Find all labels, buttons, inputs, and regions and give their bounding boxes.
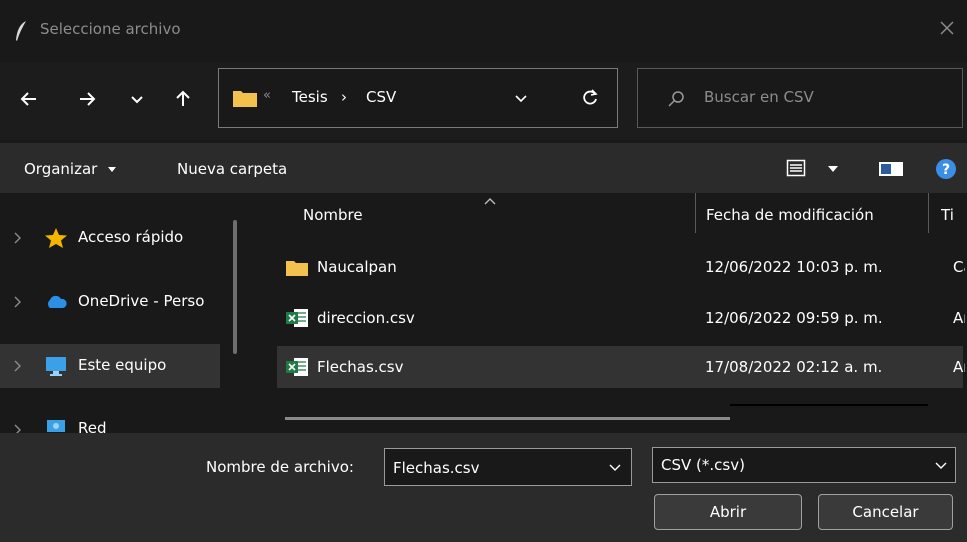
column-divider[interactable] [928, 193, 929, 233]
cloud-icon [48, 295, 67, 308]
sidebar-item-label: Este equipo [78, 356, 167, 374]
excel-csv-icon [286, 309, 308, 327]
new-folder-button[interactable]: Nueva carpeta [177, 160, 287, 178]
filename-input[interactable]: Flechas.csv [384, 448, 632, 486]
window-title: Seleccione archivo [40, 20, 181, 38]
sidebar-item-label: Acceso rápido [78, 228, 184, 246]
chevron-down-icon[interactable] [933, 457, 949, 473]
search-icon [668, 91, 684, 107]
sidebar-item-label: Red [78, 419, 107, 433]
column-header-type[interactable]: Ti [941, 206, 961, 224]
chevron-right-icon[interactable] [12, 423, 22, 433]
excel-csv-icon [286, 358, 308, 376]
filename-value: Flechas.csv [393, 459, 480, 477]
breadcrumb-separator: › [341, 88, 347, 106]
filetype-value: CSV (*.csv) [661, 456, 745, 474]
folder-icon [233, 91, 257, 107]
file-type: Ar [953, 358, 965, 376]
organize-label: Organizar [24, 160, 98, 178]
sidebar-item-this-pc[interactable]: Este equipo [0, 344, 220, 388]
column-header-name[interactable]: Nombre [303, 206, 363, 224]
file-name: Flechas.csv [317, 358, 404, 376]
caret-down-icon [108, 167, 117, 172]
file-type: Ar [953, 309, 965, 327]
chevron-right-icon[interactable] [12, 231, 22, 245]
folder-icon [286, 261, 308, 276]
file-row-naucalpan[interactable]: Naucalpan 12/06/2022 10:03 p. m. Ca [277, 246, 965, 288]
cancel-button[interactable]: Cancelar [818, 494, 953, 530]
file-row-direccion[interactable]: direccion.csv 12/06/2022 09:59 p. m. Ar [277, 297, 965, 339]
chevron-down-icon[interactable] [512, 89, 530, 107]
chevron-down-icon[interactable] [124, 86, 150, 112]
filetype-select[interactable]: CSV (*.csv) [652, 447, 956, 483]
network-icon [47, 420, 65, 432]
search-placeholder: Buscar en CSV [704, 88, 814, 106]
file-name: direccion.csv [317, 309, 415, 327]
file-row-flechas[interactable]: Flechas.csv 17/08/2022 02:12 a. m. Ar [277, 346, 965, 388]
file-name: Naucalpan [317, 258, 397, 276]
help-icon[interactable]: ? [935, 158, 957, 180]
preview-pane-icon[interactable] [878, 160, 904, 178]
column-header-date[interactable]: Fecha de modificación [706, 206, 874, 224]
star-icon [45, 228, 67, 248]
chevron-right-icon[interactable] [12, 295, 22, 309]
computer-icon [46, 357, 66, 376]
toolbar [0, 143, 967, 193]
breadcrumb-item-csv[interactable]: CSV [366, 88, 396, 106]
sidebar-item-network[interactable]: Red [0, 408, 220, 433]
close-icon[interactable] [933, 14, 961, 42]
breadcrumb-overflow[interactable]: « [263, 88, 271, 103]
sort-ascending-icon [484, 198, 496, 205]
sidebar-item-onedrive[interactable]: OneDrive - Perso [0, 280, 220, 324]
address-bar[interactable]: « Tesis › CSV [218, 68, 618, 128]
feather-icon [16, 21, 26, 41]
open-button[interactable]: Abrir [654, 494, 802, 530]
breadcrumb-item-tesis[interactable]: Tesis [292, 88, 328, 106]
title-bar: Seleccione archivo [0, 0, 967, 62]
file-date: 12/06/2022 09:59 p. m. [705, 309, 883, 327]
view-details-icon[interactable] [786, 159, 806, 177]
nav-pane-scrollbar[interactable] [233, 220, 237, 354]
search-box[interactable]: Buscar en CSV [637, 68, 963, 128]
divider [730, 404, 928, 406]
file-date: 17/08/2022 02:12 a. m. [705, 358, 883, 376]
refresh-icon[interactable] [580, 88, 600, 108]
file-type: Ca [953, 258, 965, 276]
back-arrow-icon[interactable] [16, 86, 42, 112]
chevron-down-icon[interactable] [607, 459, 623, 475]
sidebar-item-quick-access[interactable]: Acceso rápido [0, 216, 220, 260]
organize-button[interactable]: Organizar [24, 160, 118, 178]
up-arrow-icon[interactable] [170, 86, 196, 112]
forward-arrow-icon[interactable] [74, 86, 100, 112]
svg-text:?: ? [942, 162, 950, 178]
file-date: 12/06/2022 10:03 p. m. [705, 258, 883, 276]
view-options-caret-icon[interactable] [826, 163, 840, 175]
chevron-right-icon[interactable] [12, 359, 22, 373]
sidebar-item-label: OneDrive - Perso [78, 292, 205, 310]
filename-label: Nombre de archivo: [206, 458, 354, 476]
horizontal-scrollbar[interactable] [285, 417, 730, 420]
column-divider[interactable] [695, 193, 696, 233]
